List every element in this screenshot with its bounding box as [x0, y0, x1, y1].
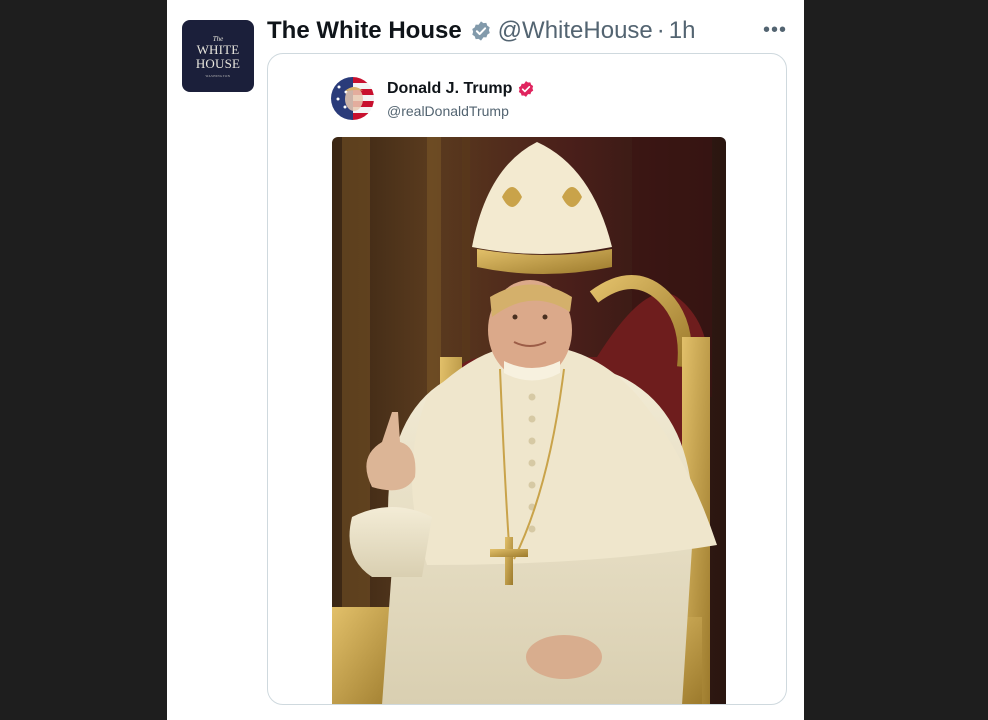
avatar-text-white: WHITE [196, 41, 240, 57]
papal-figure-illustration [332, 137, 726, 704]
whitehouse-avatar[interactable]: The WHITE HOUSE WASHINGTON [182, 20, 254, 92]
avatar-text-washington: WASHINGTON [205, 73, 231, 78]
trump-avatar[interactable] [331, 77, 374, 120]
flag-portrait-icon [331, 77, 374, 120]
verified-badge-icon [519, 81, 534, 97]
verified-badge-icon [471, 21, 490, 41]
avatar-text-house: HOUSE [195, 55, 241, 71]
author-name[interactable]: The White House [267, 17, 462, 45]
quoted-author-name[interactable]: Donald J. Trump [387, 80, 512, 98]
quoted-author-handle[interactable]: @realDonaldTrump [387, 103, 509, 119]
tweet-panel: The WHITE HOUSE WASHINGTON The White Hou… [167, 0, 804, 720]
quoted-media-image[interactable] [332, 137, 726, 704]
timestamp[interactable]: 1h [669, 17, 696, 45]
separator-dot: · [656, 17, 665, 44]
quoted-tweet-card[interactable]: Donald J. Trump @realDonaldTrump [267, 53, 787, 705]
tweet-header: The White House @WhiteHouse · 1h [267, 14, 695, 48]
more-horizontal-icon[interactable]: ••• [763, 20, 787, 40]
quoted-author-row: Donald J. Trump [387, 80, 535, 98]
author-handle[interactable]: @WhiteHouse [498, 17, 653, 45]
